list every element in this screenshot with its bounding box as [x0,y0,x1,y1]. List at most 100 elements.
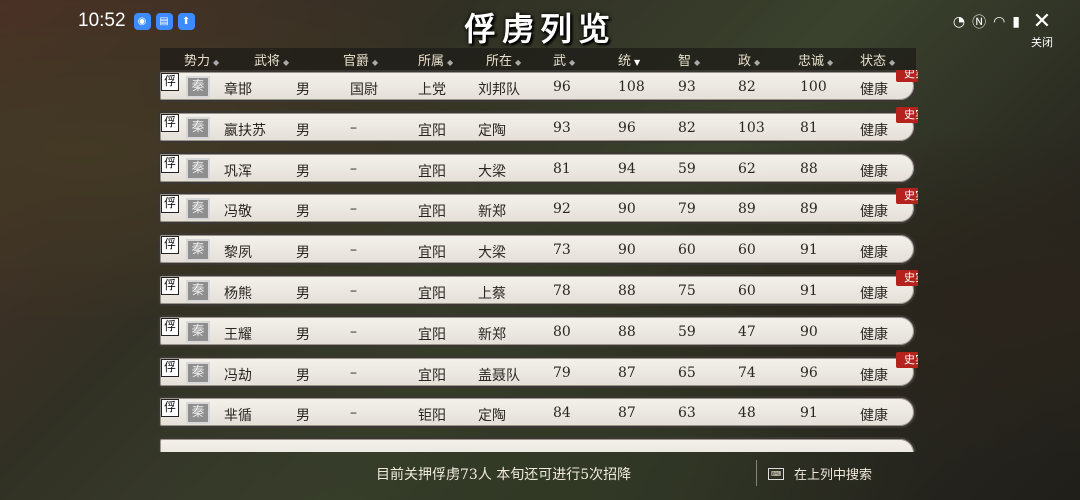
cell-wu: 84 [553,405,571,422]
cell-rank: – [350,201,357,218]
cell-belong: 上党 [418,82,446,98]
cell-wu: 93 [553,119,571,136]
cell-gender: 男 [296,367,310,384]
faction-icon: 秦 [186,239,210,262]
cell-tong: 90 [618,242,636,259]
cell-zheng: 89 [738,201,756,218]
table-row-partial[interactable] [158,437,916,452]
table-row[interactable]: 俘秦巩浑 男 – 宜阳 大梁 81 94 59 62 88 健康 [158,151,916,184]
cell-tong: 90 [618,201,636,218]
cell-zheng: 62 [738,160,756,177]
cell-status: 健康 [860,286,888,302]
column-header-faction[interactable]: 势力 ◆ [184,50,219,69]
historical-badge: 史实 [896,351,918,368]
cell-belong: 宜阳 [418,163,446,180]
column-header-belong[interactable]: 所属 ◆ [418,50,453,69]
cell-gender: 男 [296,163,310,180]
cell-belong: 宜阳 [418,204,446,221]
cell-zhi: 93 [678,79,696,95]
cell-tong: 88 [618,323,636,340]
cell-belong: 宜阳 [418,367,446,384]
captive-badge: 俘 [161,73,179,91]
cell-loyalty: 96 [800,364,818,381]
table-row[interactable]: 俘秦黎夙 男 – 宜阳 大梁 73 90 60 60 91 健康 [158,233,916,266]
column-header-general[interactable]: 武将 ◆ [254,50,289,69]
cell-location: 大梁 [478,245,506,262]
cell-wu: 81 [553,160,571,177]
table-row[interactable]: 俘秦王耀 男 – 宜阳 新郑 80 88 59 47 90 健康 [158,314,916,347]
cell-name: 冯劫 [224,367,252,384]
cell-zheng: 60 [738,283,756,299]
cell-wu: 79 [553,364,571,381]
cell-loyalty: 91 [800,405,818,422]
cell-wu: 73 [553,242,571,259]
cell-location: 大梁 [478,163,506,180]
captive-badge: 俘 [161,195,179,214]
cell-gender: 男 [296,286,310,302]
captive-badge: 俘 [161,399,179,418]
table-row[interactable]: 俘秦杨熊 男 – 宜阳 上蔡 78 88 75 60 91 健康史实 [158,270,918,306]
captive-badge: 俘 [161,277,179,295]
cell-name: 杨熊 [224,286,252,302]
faction-icon: 秦 [186,320,210,343]
column-header-status[interactable]: 状态 ◆ [860,50,895,69]
faction-icon: 秦 [186,116,210,139]
cell-zhi: 63 [678,405,696,422]
column-header-zheng[interactable]: 政 ◆ [738,50,760,69]
cell-loyalty: 88 [800,160,818,177]
cell-tong: 87 [618,405,636,422]
table-row[interactable]: 俘秦冯劫 男 – 宜阳 盖聂队 79 87 65 74 96 健康史实 [158,351,918,388]
close-button[interactable]: ✕ 关闭 [1024,10,1060,50]
column-header-loyalty[interactable]: 忠诚 ◆ [798,50,833,69]
cell-wu: 78 [553,283,571,299]
cell-loyalty: 89 [800,201,818,218]
cell-loyalty: 91 [800,242,818,259]
faction-icon: 秦 [186,402,210,425]
search-label: 在上列中搜索 [794,468,873,483]
column-header-wu[interactable]: 武 ◆ [553,50,575,69]
cell-name: 嬴扶苏 [224,122,266,139]
captive-badge: 俘 [161,358,179,377]
cell-belong: 宜阳 [418,245,446,262]
column-header-tong[interactable]: 统 ▼ [618,50,640,69]
cell-wu: 80 [553,323,571,340]
cell-tong: 87 [618,364,636,381]
cell-wu: 92 [553,201,571,218]
prisoner-table[interactable]: 俘秦章邯男国尉上党刘邦队961089382100健康史实俘秦嬴扶苏男–宜阳定陶9… [158,70,918,452]
column-header-zhi[interactable]: 智 ◆ [678,50,700,69]
cell-location: 刘邦队 [478,82,520,98]
table-row[interactable]: 俘秦冯敬 男 – 宜阳 新郑 92 90 79 89 89 健康史实 [158,188,918,225]
column-header-rank[interactable]: 官爵 ◆ [343,50,378,69]
faction-icon: 秦 [186,157,210,180]
cell-zhi: 82 [678,119,696,136]
cell-loyalty: 90 [800,323,818,340]
cell-zhi: 79 [678,201,696,218]
cell-zheng: 48 [738,405,756,422]
cell-location: 新郑 [478,326,506,343]
page-title: 俘虏列览 [463,10,616,48]
table-row[interactable]: 俘秦嬴扶苏 男 – 宜阳 定陶 93 96 82 103 81 健康史实 [158,106,918,143]
cell-name: 巩浑 [224,163,252,180]
cell-status: 健康 [860,82,888,98]
cell-belong: 宜阳 [418,122,446,139]
table-row[interactable]: 俘秦章邯 男 国尉 上党 刘邦队 96 108 93 82 100 健康史实 [158,70,918,102]
cell-name: 芈循 [224,408,252,425]
cell-rank: 国尉 [350,82,378,98]
cell-zhi: 59 [678,160,696,177]
cell-rank: – [350,364,357,381]
cell-gender: 男 [296,408,310,425]
cell-location: 定陶 [478,122,506,139]
faction-icon: 秦 [186,280,210,302]
cell-zhi: 65 [678,364,696,381]
table-row[interactable]: 俘秦芈循 男 – 钜阳 定陶 84 87 63 48 91 健康 [158,396,916,429]
cell-gender: 男 [296,245,310,262]
cell-zheng: 47 [738,323,756,340]
column-header-location[interactable]: 所在 ◆ [486,50,521,69]
cell-name: 章邯 [224,82,252,98]
faction-icon: 秦 [186,361,210,384]
historical-badge: 史实 [896,188,918,205]
search-button[interactable]: ⌨ 在上列中搜索 [768,464,872,483]
cell-location: 盖聂队 [478,367,520,384]
cell-belong: 宜阳 [418,286,446,302]
faction-icon: 秦 [186,198,210,221]
